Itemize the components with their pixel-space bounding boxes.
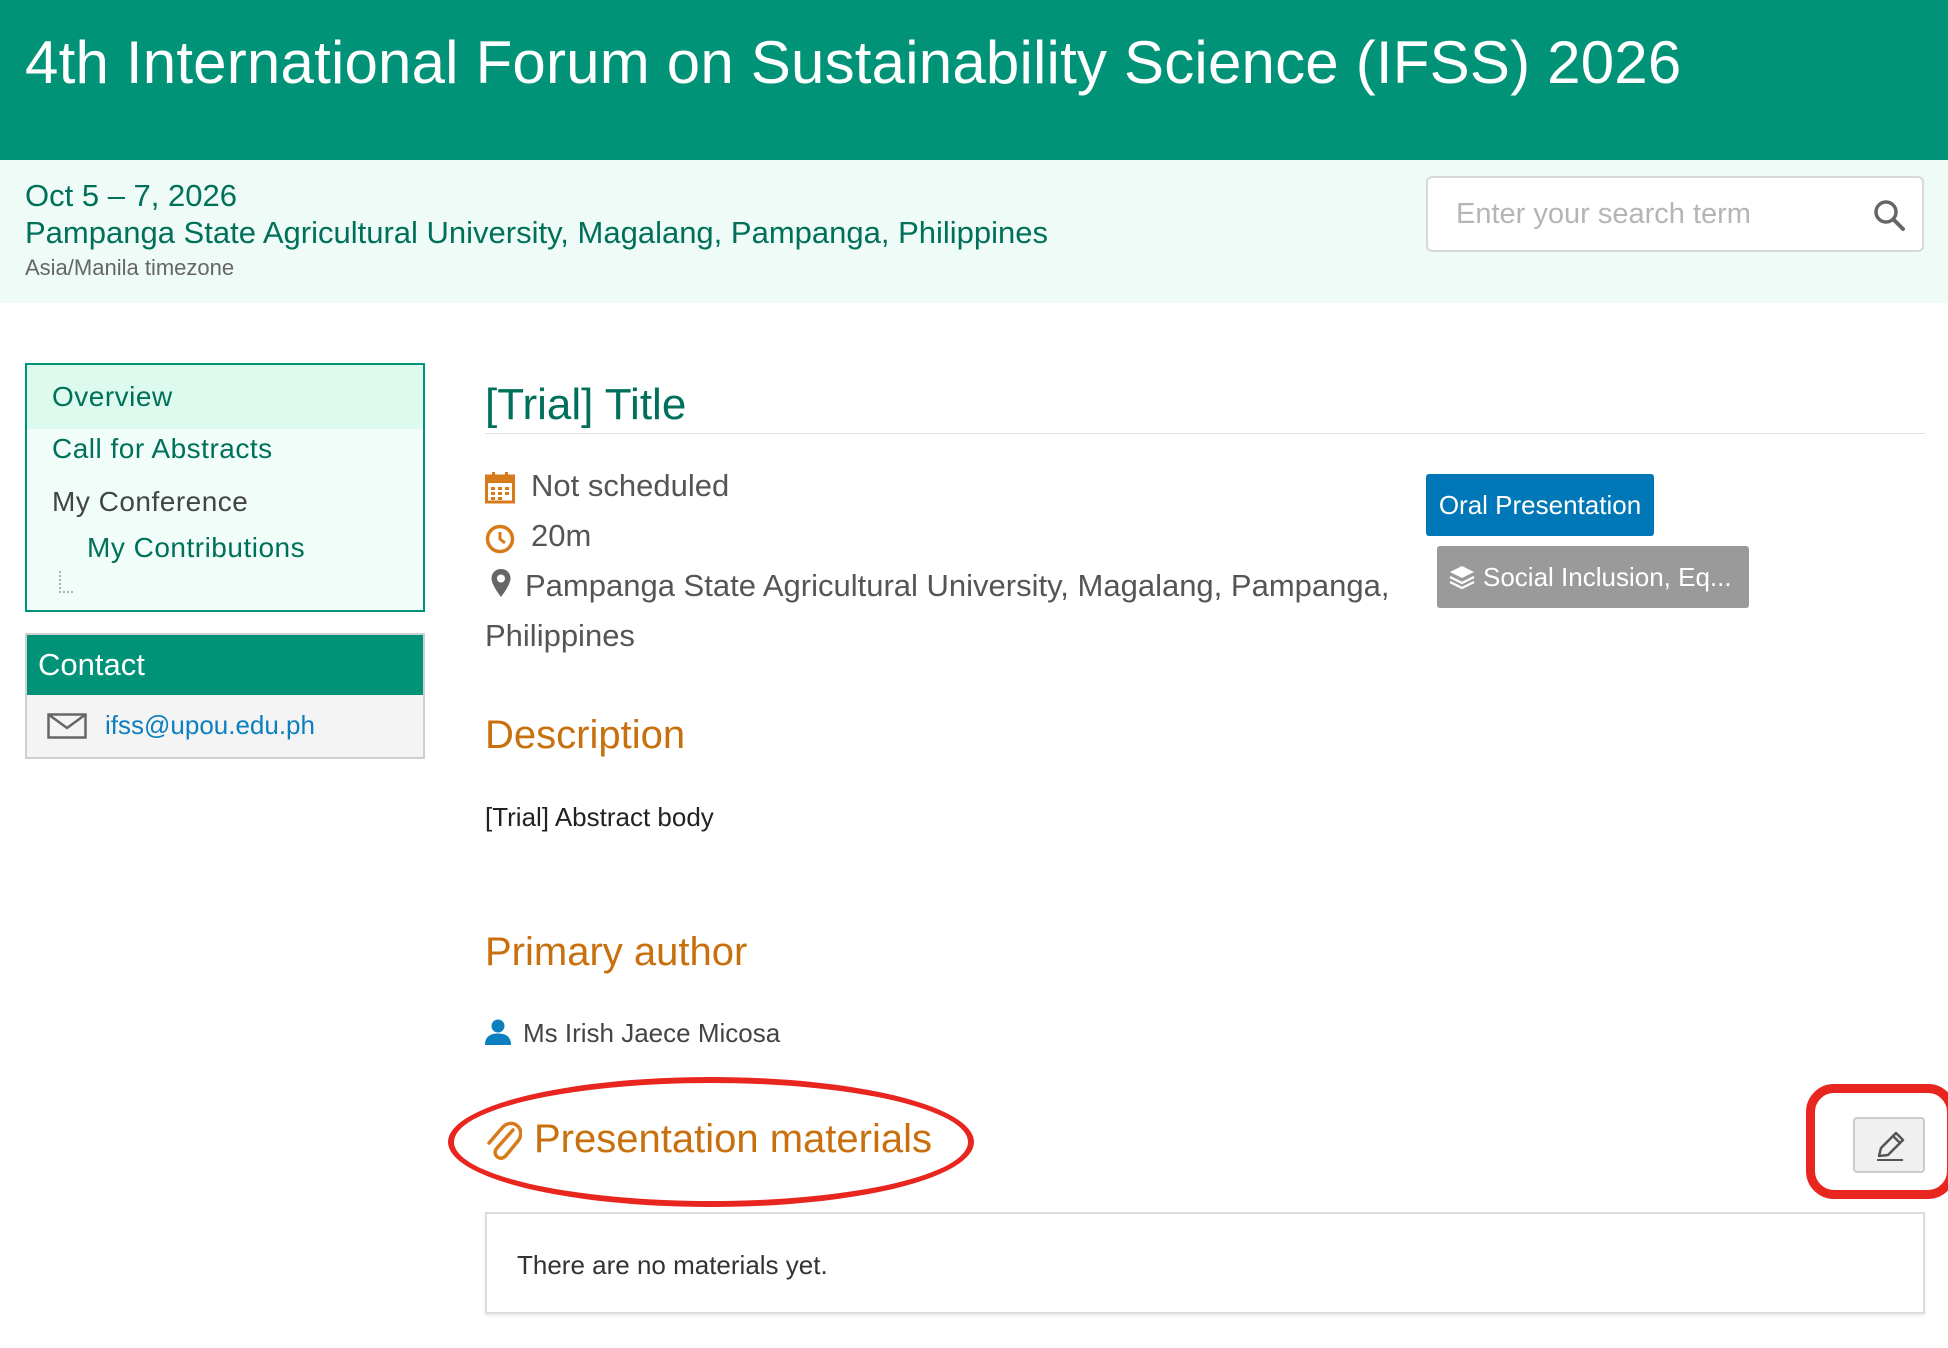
- contact-box: Contact ifss@upou.edu.ph: [25, 633, 425, 759]
- no-materials-message: There are no materials yet.: [517, 1250, 828, 1280]
- event-timezone: Asia/Manila timezone: [25, 255, 235, 280]
- event-dates: Oct 5 – 7, 2026: [25, 178, 237, 213]
- menu-item-my-contributions[interactable]: My Contributions: [27, 516, 423, 580]
- sidebar-menu: Overview Call for Abstracts My Conferenc…: [25, 363, 425, 612]
- event-venue: Pampanga State Agricultural University, …: [25, 215, 1048, 250]
- search-box: [1426, 176, 1924, 252]
- primary-author-name[interactable]: Ms Irish Jaece Micosa: [523, 1018, 780, 1049]
- map-pin-icon: [491, 569, 511, 597]
- highlight-ellipse: [448, 1077, 974, 1207]
- primary-author-heading: Primary author: [485, 930, 748, 974]
- track-badge-label: Social Inclusion, Eq...: [1483, 562, 1732, 592]
- calendar-icon: [485, 472, 515, 504]
- envelope-icon: [47, 713, 87, 739]
- contribution-type-badge[interactable]: Oral Presentation: [1426, 474, 1654, 536]
- title-divider: [485, 433, 1925, 434]
- description-heading: Description: [485, 713, 686, 757]
- track-badge[interactable]: Social Inclusion, Eq...: [1437, 546, 1749, 608]
- clock-icon: [485, 524, 515, 554]
- site-header: 4th International Forum on Sustainabilit…: [0, 0, 1948, 160]
- contact-heading: Contact: [27, 635, 423, 695]
- location-line-2: Philippines: [485, 618, 635, 653]
- duration: 20m: [531, 518, 592, 553]
- location-line-1: Pampanga State Agricultural University, …: [525, 568, 1390, 603]
- description-body: [Trial] Abstract body: [485, 802, 714, 832]
- search-input[interactable]: [1428, 178, 1848, 250]
- contact-email-link[interactable]: ifss@upou.edu.ph: [105, 710, 315, 741]
- materials-panel: There are no materials yet.: [485, 1212, 1925, 1314]
- contribution-title: [Trial] Title: [485, 380, 687, 429]
- event-info-bar: Oct 5 – 7, 2026 Pampanga State Agricultu…: [0, 160, 1948, 303]
- highlight-rectangle: [1806, 1084, 1948, 1199]
- layers-icon: [1449, 566, 1475, 590]
- user-icon: [485, 1019, 511, 1045]
- search-icon[interactable]: [1872, 198, 1906, 232]
- schedule-status: Not scheduled: [531, 468, 730, 503]
- conference-title[interactable]: 4th International Forum on Sustainabilit…: [25, 28, 1681, 97]
